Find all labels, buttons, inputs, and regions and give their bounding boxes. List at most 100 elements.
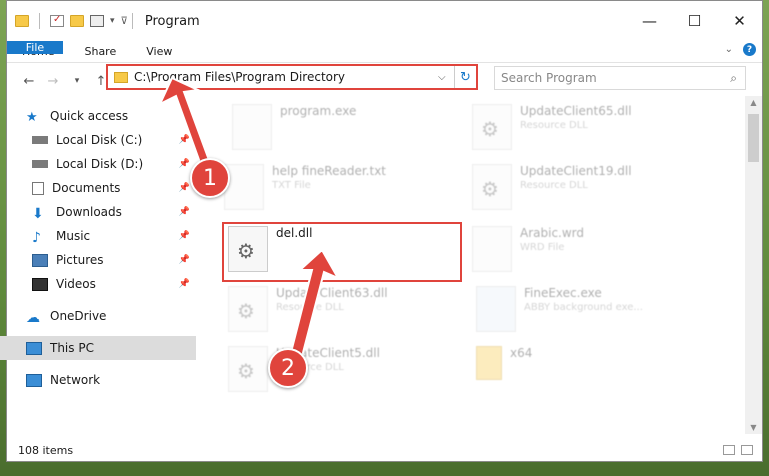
customize-toolbar-icon[interactable]: ⊽ [121,16,128,27]
videos-icon [32,277,48,291]
file-type: Resource DLL [520,120,588,131]
documents-icon [32,181,44,195]
drive-icon [32,136,48,144]
file-item[interactable]: ⚙ UpdateClient63.dll Resource DLL [228,286,388,332]
file-name: help fineReader.txt [272,164,386,178]
exe-icon [232,104,272,150]
sidebar-item-label: Music [56,229,91,243]
pin-icon: 📌 [178,183,190,193]
file-name: UpdateClient65.dll [520,104,632,118]
sidebar-item-this-pc[interactable]: This PC [0,336,196,360]
dll-icon: ⚙ [472,164,512,210]
forward-button[interactable]: → [41,74,65,89]
sidebar-item-label: Documents [52,181,121,195]
sidebar-item-label: Pictures [56,253,104,267]
file-item[interactable]: FineExec.exe ABBY background exe... [476,286,643,332]
file-item[interactable]: Arabic.wrd WRD File [472,226,584,272]
properties-check-icon[interactable] [50,14,64,27]
file-item[interactable]: program.exe [232,104,356,150]
sidebar-item-network[interactable]: Network [0,368,196,392]
callout-1: 1 [190,158,230,198]
folder-icon [114,71,128,83]
minimize-button[interactable]: — [627,1,672,41]
file-name: x64 [510,346,533,360]
help-icon[interactable]: ? [743,43,756,56]
sidebar-item-label: OneDrive [50,309,107,323]
file-item[interactable]: ⚙ UpdateClient19.dll Resource DLL [472,164,632,210]
new-folder-icon[interactable] [70,15,84,27]
view-toggle [723,445,753,455]
close-button[interactable]: ✕ [717,1,762,41]
scroll-thumb[interactable] [748,114,759,162]
computer-icon [26,341,42,355]
search-icon[interactable]: ⌕ [730,71,737,86]
scroll-up-icon[interactable]: ▲ [745,98,762,107]
scroll-down-icon[interactable]: ▼ [745,423,762,432]
file-item[interactable]: x64 [476,346,532,380]
sidebar-item-label: Local Disk (D:) [56,157,144,171]
file-name: UpdateClient19.dll [520,164,632,178]
back-button[interactable]: ← [17,74,41,89]
file-item[interactable]: help fineReader.txt TXT File [224,164,386,210]
sidebar-item-music[interactable]: ♪ Music 📌 [0,224,196,248]
pin-icon: 📌 [178,231,190,241]
separator [39,13,40,29]
folder-icon [476,346,502,380]
sidebar-item-label: Downloads [56,205,122,219]
file-type: ABBY background exe... [524,302,643,313]
chevron-down-icon[interactable]: ▾ [110,16,115,26]
file-type: WRD File [520,242,565,253]
address-bar[interactable]: C:\Program Files\Program Directory ⌵ ↻ [106,64,478,90]
download-arrow-icon: ⬇ [32,205,44,222]
status-bar: 108 items [6,438,763,462]
tab-view[interactable]: View [131,41,187,62]
sidebar-item-documents[interactable]: Documents 📌 [0,176,196,200]
view-options-icon[interactable] [90,15,104,27]
callout-2: 2 [268,348,308,388]
star-icon: ★ [26,109,38,125]
file-name: UpdateClient63.dll [276,286,388,300]
title-bar: ▾ ⊽ Program — ☐ ✕ [7,1,762,41]
details-view-icon[interactable] [723,445,735,455]
pin-icon: 📌 [178,279,190,289]
file-type: TXT File [272,180,311,191]
window-controls: — ☐ ✕ [627,1,762,41]
recent-locations-icon[interactable]: ▾ [65,76,89,86]
vertical-scrollbar[interactable]: ▲ ▼ [745,96,762,434]
sidebar-item-label: Quick access [50,109,129,123]
ribbon-tabs: File Home Share View ⌄ ? [7,41,762,63]
large-icons-view-icon[interactable] [741,445,753,455]
tab-file[interactable]: File [7,41,63,54]
file-type: Resource DLL [276,302,344,313]
search-input[interactable]: Search Program ⌕ [494,66,746,90]
del-dll-highlight-box [222,222,462,282]
drive-icon [32,160,48,168]
file-item[interactable]: ⚙ UpdateClient65.dll Resource DLL [472,104,632,150]
pictures-icon [32,253,48,267]
navigation-pane: ★ Quick access Local Disk (C:) 📌 Local D… [0,96,196,434]
refresh-button[interactable]: ↻ [454,66,476,88]
sidebar-item-quick-access[interactable]: ★ Quick access [0,104,196,128]
sidebar-item-label: Local Disk (C:) [56,133,143,147]
sidebar-item-local-disk-c[interactable]: Local Disk (C:) 📌 [0,128,196,152]
chevron-down-icon[interactable]: ⌵ [438,72,454,83]
sidebar-item-local-disk-d[interactable]: Local Disk (D:) 📌 [0,152,196,176]
sidebar-item-downloads[interactable]: ⬇ Downloads 📌 [0,200,196,224]
pin-icon: 📌 [178,135,190,145]
sidebar-item-label: Network [50,373,101,387]
sidebar-item-videos[interactable]: Videos 📌 [0,272,196,296]
pin-icon: 📌 [178,255,190,265]
pin-icon: 📌 [178,159,190,169]
search-placeholder: Search Program [501,71,597,85]
sidebar-item-onedrive[interactable]: ☁ OneDrive [0,304,196,328]
sidebar-item-pictures[interactable]: Pictures 📌 [0,248,196,272]
folder-icon[interactable] [15,15,29,27]
quick-access-toolbar: ▾ ⊽ [15,13,128,29]
separator [131,13,133,29]
tab-share[interactable]: Share [69,41,131,62]
pin-icon: 📌 [178,207,190,217]
address-path[interactable]: C:\Program Files\Program Directory [134,70,438,84]
expand-ribbon-icon[interactable]: ⌄ [725,44,733,55]
dll-icon: ⚙ [228,286,268,332]
maximize-button[interactable]: ☐ [672,1,717,41]
